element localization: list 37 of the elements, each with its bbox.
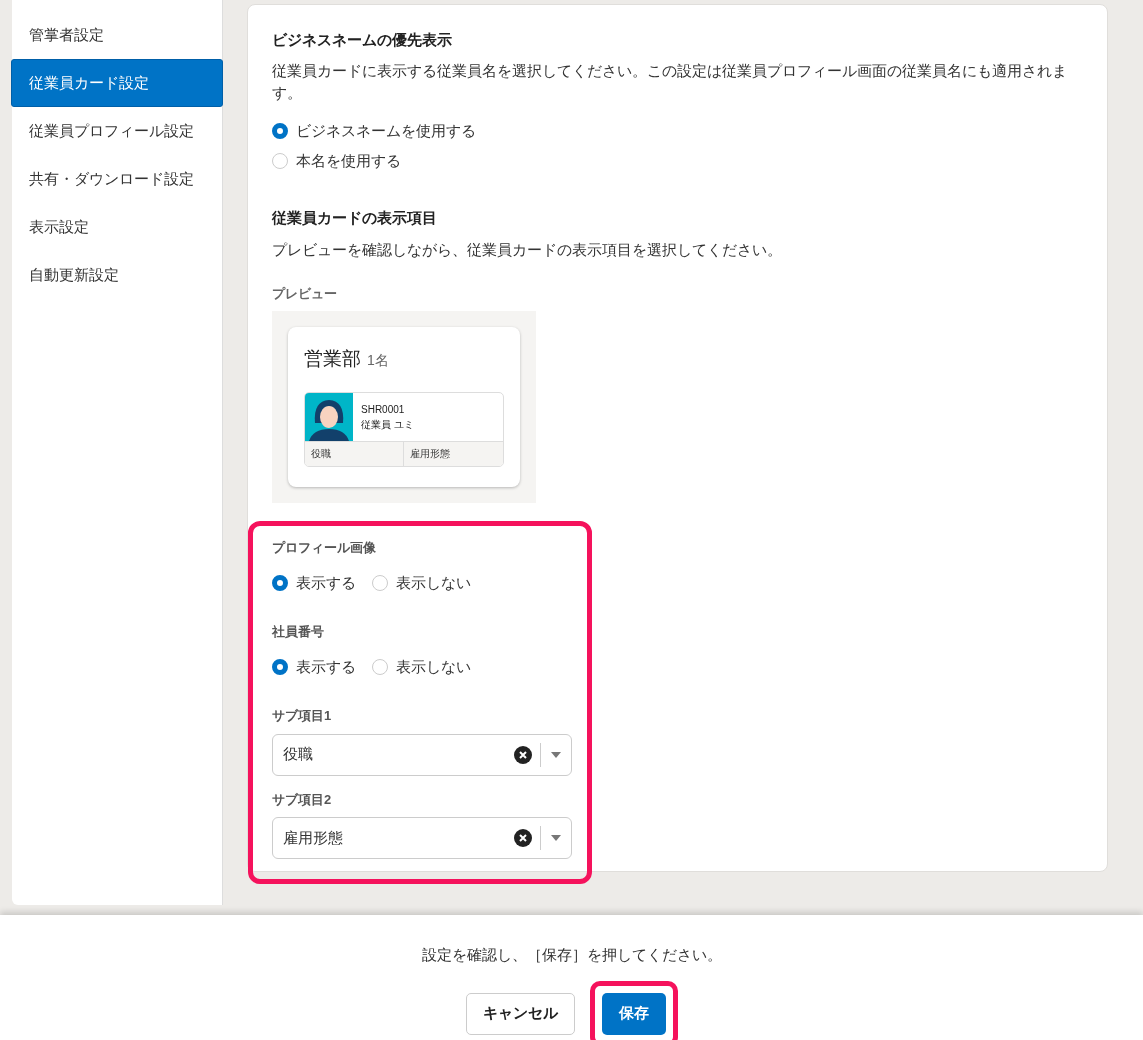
field-label: サブ項目1 [272,707,333,725]
sidebar-item[interactable]: 共有・ダウンロード設定 [12,155,222,203]
radio-option[interactable]: 本名を使用する [272,150,1083,173]
avatar-drawing [305,392,353,441]
preview-label: プレビュー [272,284,338,303]
clear-icon[interactable] [514,745,532,764]
sidebar-item[interactable]: 表示設定 [12,203,222,251]
section-description: 従業員カードに表示する従業員名を選択してください。この設定は従業員プロフィール画面の従業員名にも適用されます。 [272,60,1068,103]
radio-option[interactable]: 表示しない [372,655,471,678]
section-title: 従業員カードの表示項目 [272,207,438,228]
employee-name: 従業員 ユミ [361,417,414,432]
section-description: プレビューを確認しながら、従業員カードの表示項目を選択してください。 [272,240,783,260]
select-field[interactable]: 雇用形態 [272,817,572,859]
department-name: 営業部 [304,347,361,371]
footer-message: 設定を確認し、［保存］を押してください。 [421,945,722,965]
sidebar-item[interactable]: 従業員プロフィール設定 [12,107,222,155]
field-label: 社員番号 [272,623,325,641]
member-count: 1名 [367,351,389,370]
caret-icon[interactable] [550,834,562,842]
caret-icon[interactable] [550,750,562,759]
save-button[interactable]: 保存 [601,992,666,1035]
select-field[interactable]: 役職 [272,733,572,776]
employee-id: SHR0001 [361,402,406,417]
cancel-button[interactable]: キャンセル [465,992,575,1035]
sub-item: 役職 [305,441,404,466]
sidebar-item[interactable]: 従業員カード設定 [11,59,223,107]
sidebar-item[interactable]: 管掌者設定 [12,11,222,59]
radio-option[interactable]: 表示しない [372,571,471,594]
radio-option[interactable]: 表示する [272,655,356,678]
clear-icon[interactable] [514,829,532,847]
radio-option[interactable]: ビジネスネームを使用する [272,119,1083,142]
field-label: サブ項目2 [272,790,333,809]
sub-item: 雇用形態 [409,447,451,461]
radio-option[interactable]: 表示する [272,571,356,594]
field-label: プロフィール画像 [272,539,377,557]
sidebar-item[interactable]: 自動更新設定 [12,251,222,299]
section-title: ビジネスネームの優先表示 [272,30,453,50]
